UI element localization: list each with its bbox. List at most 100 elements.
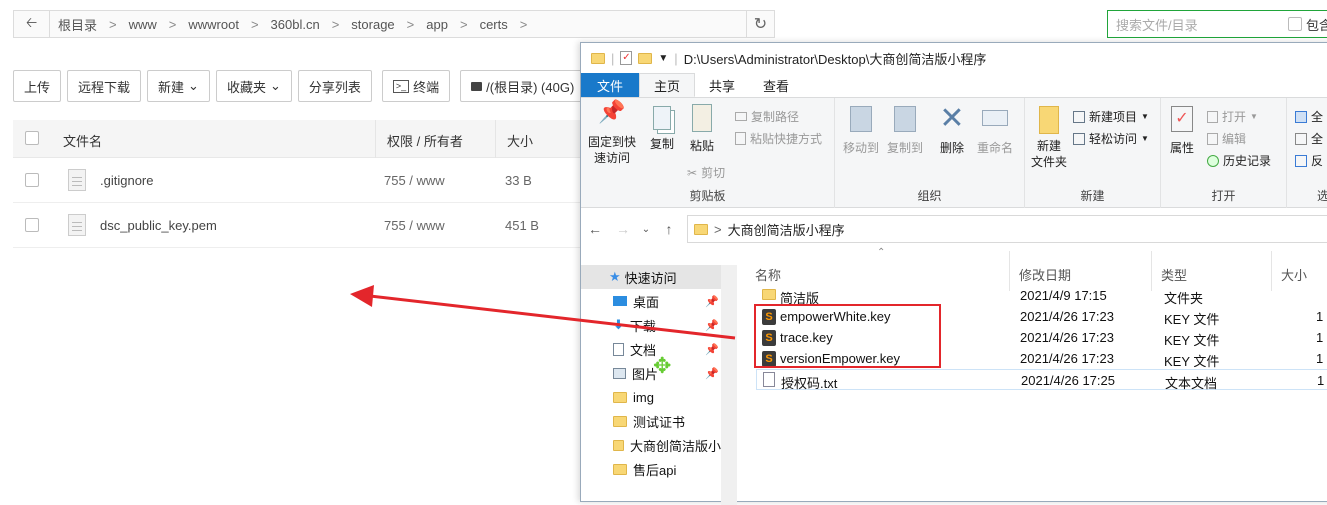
col-name[interactable]: 名称 <box>755 265 781 284</box>
rename-button[interactable]: 重命名 <box>973 104 1017 156</box>
breadcrumb-item[interactable]: wwwroot <box>188 17 239 32</box>
move-to-button[interactable]: 移动到 <box>839 104 883 156</box>
copy-to-button[interactable]: 复制到 <box>883 104 927 156</box>
properties-icon: ✓ <box>1171 106 1193 132</box>
edit-label: 编辑 <box>1222 132 1247 146</box>
col-divider <box>375 120 376 158</box>
nav-folder-aftersale[interactable]: 售后api <box>581 457 721 481</box>
paste-button[interactable]: 粘贴 <box>685 104 719 154</box>
include-subdir-checkbox[interactable]: 包含 <box>1288 15 1327 34</box>
breadcrumb: 根目录 > www > wwwroot > 360bl.cn > storage > ap… <box>50 15 746 34</box>
pin-icon[interactable]: 📌 <box>705 295 719 308</box>
up-icon[interactable]: ↑ <box>655 221 683 237</box>
tab-share[interactable]: 共享 <box>695 73 749 97</box>
new-button[interactable]: 新建 ⌄ <box>147 70 210 102</box>
properties-button[interactable]: ✓ 属性 <box>1165 104 1199 156</box>
new-folder-button[interactable]: 新建 文件夹 <box>1029 104 1069 170</box>
scissors-icon: ✂ <box>687 165 698 180</box>
favorites-button[interactable]: 收藏夹 ⌄ <box>215 70 292 102</box>
rename-label: 重命名 <box>976 141 1013 155</box>
tab-home[interactable]: 主页 <box>639 73 696 97</box>
col-type[interactable]: 类型 <box>1161 265 1187 284</box>
table-row[interactable]: .gitignore 755 / www 33 B <box>13 158 593 203</box>
file-perm: 755 / www <box>384 173 445 188</box>
copy-button[interactable]: 复制 <box>645 104 679 152</box>
share-list-button[interactable]: 分享列表 <box>297 70 372 102</box>
invert-selection-label: 反 <box>1311 154 1324 168</box>
pin-icon[interactable]: 📌 <box>705 319 719 332</box>
nav-documents[interactable]: 文档 📌 <box>581 337 721 361</box>
refresh-icon[interactable]: ↻ <box>746 11 774 37</box>
pin-quick-access-button[interactable]: 📌 固定到快 速访问 <box>587 99 637 166</box>
back-icon[interactable]: ← <box>581 221 609 237</box>
row-checkbox[interactable] <box>25 173 39 187</box>
search-input[interactable]: 搜索文件/目录 包含 <box>1107 10 1327 38</box>
nav-desktop[interactable]: 桌面 📌 <box>581 289 721 313</box>
select-none-button[interactable]: 全 <box>1295 130 1323 147</box>
back-arrow-icon[interactable]: 🡠 <box>14 11 50 37</box>
breadcrumb-item[interactable]: certs <box>480 17 508 32</box>
file-name[interactable]: .gitignore <box>100 173 153 188</box>
cut-button[interactable]: ✂ 剪切 <box>687 164 725 181</box>
breadcrumb-item[interactable]: 360bl.cn <box>271 17 320 32</box>
address-text[interactable]: 大商创简洁版小程序 <box>728 220 845 239</box>
delete-button[interactable]: ✕ 删除 <box>935 104 969 156</box>
col-name[interactable]: 文件名 <box>63 131 102 150</box>
properties-check-icon[interactable]: ✓ <box>620 51 633 65</box>
upload-button[interactable]: 上传 <box>13 70 62 102</box>
customize-dropdown-icon[interactable]: ▼ <box>658 53 668 64</box>
tab-file[interactable]: 文件 <box>581 73 640 97</box>
breadcrumb-item[interactable]: www <box>129 17 157 32</box>
easy-access-button[interactable]: 轻松访问 ▼ <box>1073 130 1149 147</box>
nav-pictures[interactable]: 图片 📌 <box>581 361 721 385</box>
nav-scrollbar[interactable] <box>721 265 737 505</box>
nav-folder-img[interactable]: img <box>581 385 721 409</box>
select-all-checkbox[interactable] <box>25 131 39 145</box>
file-name[interactable]: dsc_public_key.pem <box>100 218 217 233</box>
select-all-button[interactable]: 全 <box>1295 108 1323 125</box>
breadcrumb-item[interactable]: app <box>426 17 448 32</box>
paste-shortcut-button[interactable]: 粘贴快捷方式 <box>735 130 822 147</box>
open-button[interactable]: 打开 ▼ <box>1207 108 1258 125</box>
remote-download-button[interactable]: 远程下载 <box>67 70 142 102</box>
history-button[interactable]: 历史记录 <box>1207 152 1271 169</box>
list-item[interactable]: 授权码.txt 2021/4/26 17:25 文本文档 1 <box>756 369 1327 392</box>
tab-view[interactable]: 查看 <box>749 73 803 97</box>
invert-selection-button[interactable]: 反 <box>1295 152 1323 169</box>
disk-button[interactable]: /(根目录) (40G) <box>460 70 586 102</box>
col-size[interactable]: 大小 <box>1281 265 1307 284</box>
edit-button[interactable]: 编辑 <box>1207 130 1246 147</box>
pin-label-1: 固定到快 <box>587 135 636 149</box>
item-name[interactable]: 授权码.txt <box>781 373 837 392</box>
pin-icon[interactable]: 📌 <box>705 367 719 380</box>
recent-dropdown-icon[interactable]: ⌄ <box>637 224 655 235</box>
table-row[interactable]: dsc_public_key.pem 755 / www 451 B <box>13 203 593 248</box>
breadcrumb-item[interactable]: storage <box>351 17 394 32</box>
nav-label: 桌面 <box>633 294 660 310</box>
nav-downloads[interactable]: ⬇ 下载 📌 <box>581 313 721 337</box>
new-folder-icon[interactable] <box>638 52 653 64</box>
chevron-right-icon: > <box>331 16 340 32</box>
pin-icon[interactable]: 📌 <box>705 343 719 356</box>
new-item-button[interactable]: 新建项目 ▼ <box>1073 108 1149 125</box>
path-bar: 🡠 根目录 > www > wwwroot > 360bl.cn > storage > … <box>13 10 775 38</box>
nav-folder-test-cert[interactable]: 测试证书 <box>581 409 721 433</box>
favorites-label: 收藏夹 <box>226 79 266 95</box>
rename-icon <box>982 110 1008 126</box>
copy-path-button[interactable]: 复制路径 <box>735 108 799 125</box>
col-size[interactable]: 大小 <box>507 131 533 150</box>
col-modified[interactable]: 修改日期 <box>1019 265 1071 284</box>
list-item[interactable]: 简洁版 2021/4/9 17:15 文件夹 <box>756 285 1327 306</box>
breadcrumb-item[interactable]: 根目录 <box>58 15 97 34</box>
pin-icon: 📌 <box>598 99 626 124</box>
nav-folder-dsc[interactable]: 大商创简洁版小 <box>581 433 721 457</box>
row-checkbox[interactable] <box>25 218 39 232</box>
checkbox-icon[interactable] <box>1288 17 1303 31</box>
document-icon <box>613 342 624 356</box>
file-icon <box>68 169 86 191</box>
forward-icon[interactable]: → <box>609 221 637 237</box>
terminal-button[interactable]: >_ 终端 <box>381 70 451 102</box>
col-perm[interactable]: 权限 / 所有者 <box>387 131 463 150</box>
address-bar[interactable]: > 大商创简洁版小程序 <box>687 215 1327 243</box>
nav-quick-access[interactable]: ★ 快速访问 <box>581 265 721 289</box>
